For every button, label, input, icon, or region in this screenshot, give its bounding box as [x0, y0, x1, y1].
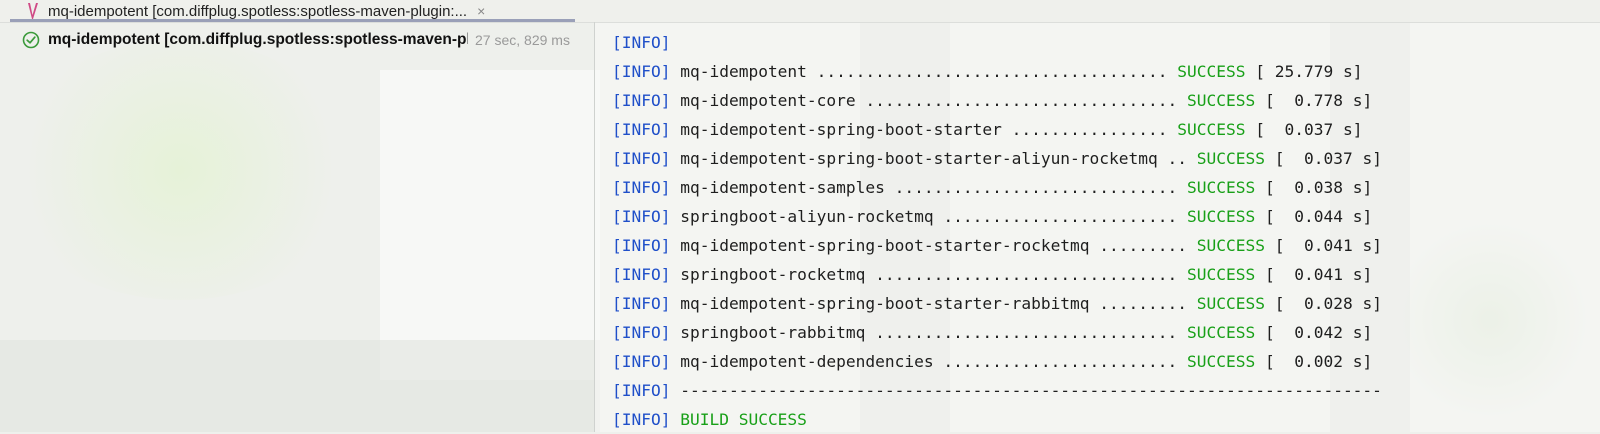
module-status: SUCCESS: [1187, 91, 1256, 110]
module-name: mq-idempotent-samples: [670, 178, 895, 197]
log-level: [INFO]: [612, 352, 671, 371]
active-tab-indicator: [10, 19, 575, 22]
log-level: [INFO]: [612, 294, 671, 313]
module-status: SUCCESS: [1177, 62, 1246, 81]
console-line: [INFO] mq-idempotent-dependencies ......…: [612, 347, 1382, 376]
leader-dots: ..: [1167, 149, 1197, 168]
leader-dots: ................: [1011, 120, 1178, 139]
console-line: [INFO] mq-idempotent ...................…: [612, 57, 1382, 86]
log-level: [INFO]: [612, 62, 671, 81]
log-level: [INFO]: [612, 323, 671, 342]
module-name: mq-idempotent-spring-boot-starter-rabbit…: [670, 294, 1100, 313]
module-status: SUCCESS: [1187, 323, 1256, 342]
module-time: [ 0.028 s]: [1265, 294, 1382, 313]
console-line: [INFO] mq-idempotent-spring-boot-starter…: [612, 115, 1382, 144]
log-level: [INFO]: [612, 91, 671, 110]
build-result: BUILD SUCCESS: [670, 410, 807, 429]
run-tab-bar: mq-idempotent [com.diffplug.spotless:spo…: [0, 0, 1600, 23]
leader-dots: ...............................: [875, 323, 1188, 342]
module-time: [ 25.779 s]: [1245, 62, 1363, 81]
leader-dots: .............................: [894, 178, 1188, 197]
leader-dots: ........................: [943, 207, 1188, 226]
module-status: SUCCESS: [1177, 120, 1246, 139]
module-name: mq-idempotent-core: [670, 91, 866, 110]
console-line: [INFO] ---------------------------------…: [612, 376, 1382, 405]
module-name: mq-idempotent-dependencies: [670, 352, 944, 371]
log-level: [INFO]: [612, 33, 671, 52]
module-time: [ 0.041 s]: [1265, 236, 1382, 255]
close-icon[interactable]: ×: [477, 3, 485, 19]
module-time: [ 0.778 s]: [1255, 91, 1373, 110]
leader-dots: ...............................: [875, 265, 1188, 284]
module-time: [ 0.044 s]: [1255, 207, 1373, 226]
run-tree-item-label: mq-idempotent [com.diffplug.spotless:spo…: [48, 31, 468, 48]
log-level: [INFO]: [612, 381, 671, 400]
console-line: [INFO] springboot-rabbitmq .............…: [612, 318, 1382, 347]
module-time: [ 0.042 s]: [1255, 323, 1373, 342]
run-tree-panel: mq-idempotent [com.diffplug.spotless:spo…: [0, 22, 594, 432]
maven-icon: [24, 2, 42, 20]
leader-dots: ........................: [943, 352, 1188, 371]
log-level: [INFO]: [612, 207, 671, 226]
run-duration: 27 sec, 829 ms: [475, 32, 570, 48]
module-status: SUCCESS: [1196, 294, 1265, 313]
module-name: mq-idempotent: [670, 62, 817, 81]
module-time: [ 0.041 s]: [1255, 265, 1373, 284]
module-name: springboot-rocketmq: [670, 265, 876, 284]
leader-dots: .........: [1099, 294, 1197, 313]
console-line: [INFO] mq-idempotent-samples ...........…: [612, 173, 1382, 202]
log-level: [INFO]: [612, 236, 671, 255]
console-line: [INFO] springboot-rocketmq .............…: [612, 260, 1382, 289]
console-lines: [INFO] [INFO] mq-idempotent .............…: [612, 28, 1382, 434]
module-status: SUCCESS: [1196, 236, 1265, 255]
module-time: [ 0.002 s]: [1255, 352, 1373, 371]
console-line: [INFO]: [612, 28, 1382, 57]
module-name: springboot-aliyun-rocketmq: [670, 207, 944, 226]
console-line: [INFO] mq-idempotent-spring-boot-starter…: [612, 289, 1382, 318]
log-level: [INFO]: [612, 149, 671, 168]
module-time: [ 0.037 s]: [1245, 120, 1363, 139]
run-tree-item[interactable]: mq-idempotent [com.diffplug.spotless:spo…: [22, 28, 468, 52]
console-line: [INFO] BUILD SUCCESS: [612, 405, 1382, 434]
module-name: springboot-rabbitmq: [670, 323, 876, 342]
module-status: SUCCESS: [1187, 265, 1256, 284]
log-level: [INFO]: [612, 410, 671, 429]
panel-divider[interactable]: [594, 22, 595, 432]
console-output[interactable]: [INFO] [INFO] mq-idempotent .............…: [595, 22, 1600, 432]
module-status: SUCCESS: [1187, 178, 1256, 197]
module-status: SUCCESS: [1196, 149, 1265, 168]
log-level: [INFO]: [612, 265, 671, 284]
leader-dots: ....................................: [816, 62, 1178, 81]
module-name: mq-idempotent-spring-boot-starter-aliyun…: [670, 149, 1168, 168]
module-status: SUCCESS: [1187, 352, 1256, 371]
module-status: SUCCESS: [1187, 207, 1256, 226]
console-line: [INFO] mq-idempotent-spring-boot-starter…: [612, 231, 1382, 260]
run-tab-title: mq-idempotent [com.diffplug.spotless:spo…: [48, 2, 468, 20]
console-line: [INFO] mq-idempotent-spring-boot-starter…: [612, 144, 1382, 173]
module-time: [ 0.037 s]: [1265, 149, 1382, 168]
leader-dots: ................................: [865, 91, 1188, 110]
log-level: [INFO]: [612, 178, 671, 197]
console-line: [INFO] springboot-aliyun-rocketmq ......…: [612, 202, 1382, 231]
module-name: mq-idempotent-spring-boot-starter-rocket…: [670, 236, 1100, 255]
module-name: mq-idempotent-spring-boot-starter: [670, 120, 1012, 139]
run-tab[interactable]: mq-idempotent [com.diffplug.spotless:spo…: [10, 0, 575, 22]
console-line: [INFO] mq-idempotent-core ..............…: [612, 86, 1382, 115]
leader-dots: .........: [1099, 236, 1197, 255]
module-time: [ 0.038 s]: [1255, 178, 1373, 197]
separator-line: ----------------------------------------…: [670, 381, 1382, 400]
check-circle-icon: [22, 31, 40, 49]
log-level: [INFO]: [612, 120, 671, 139]
